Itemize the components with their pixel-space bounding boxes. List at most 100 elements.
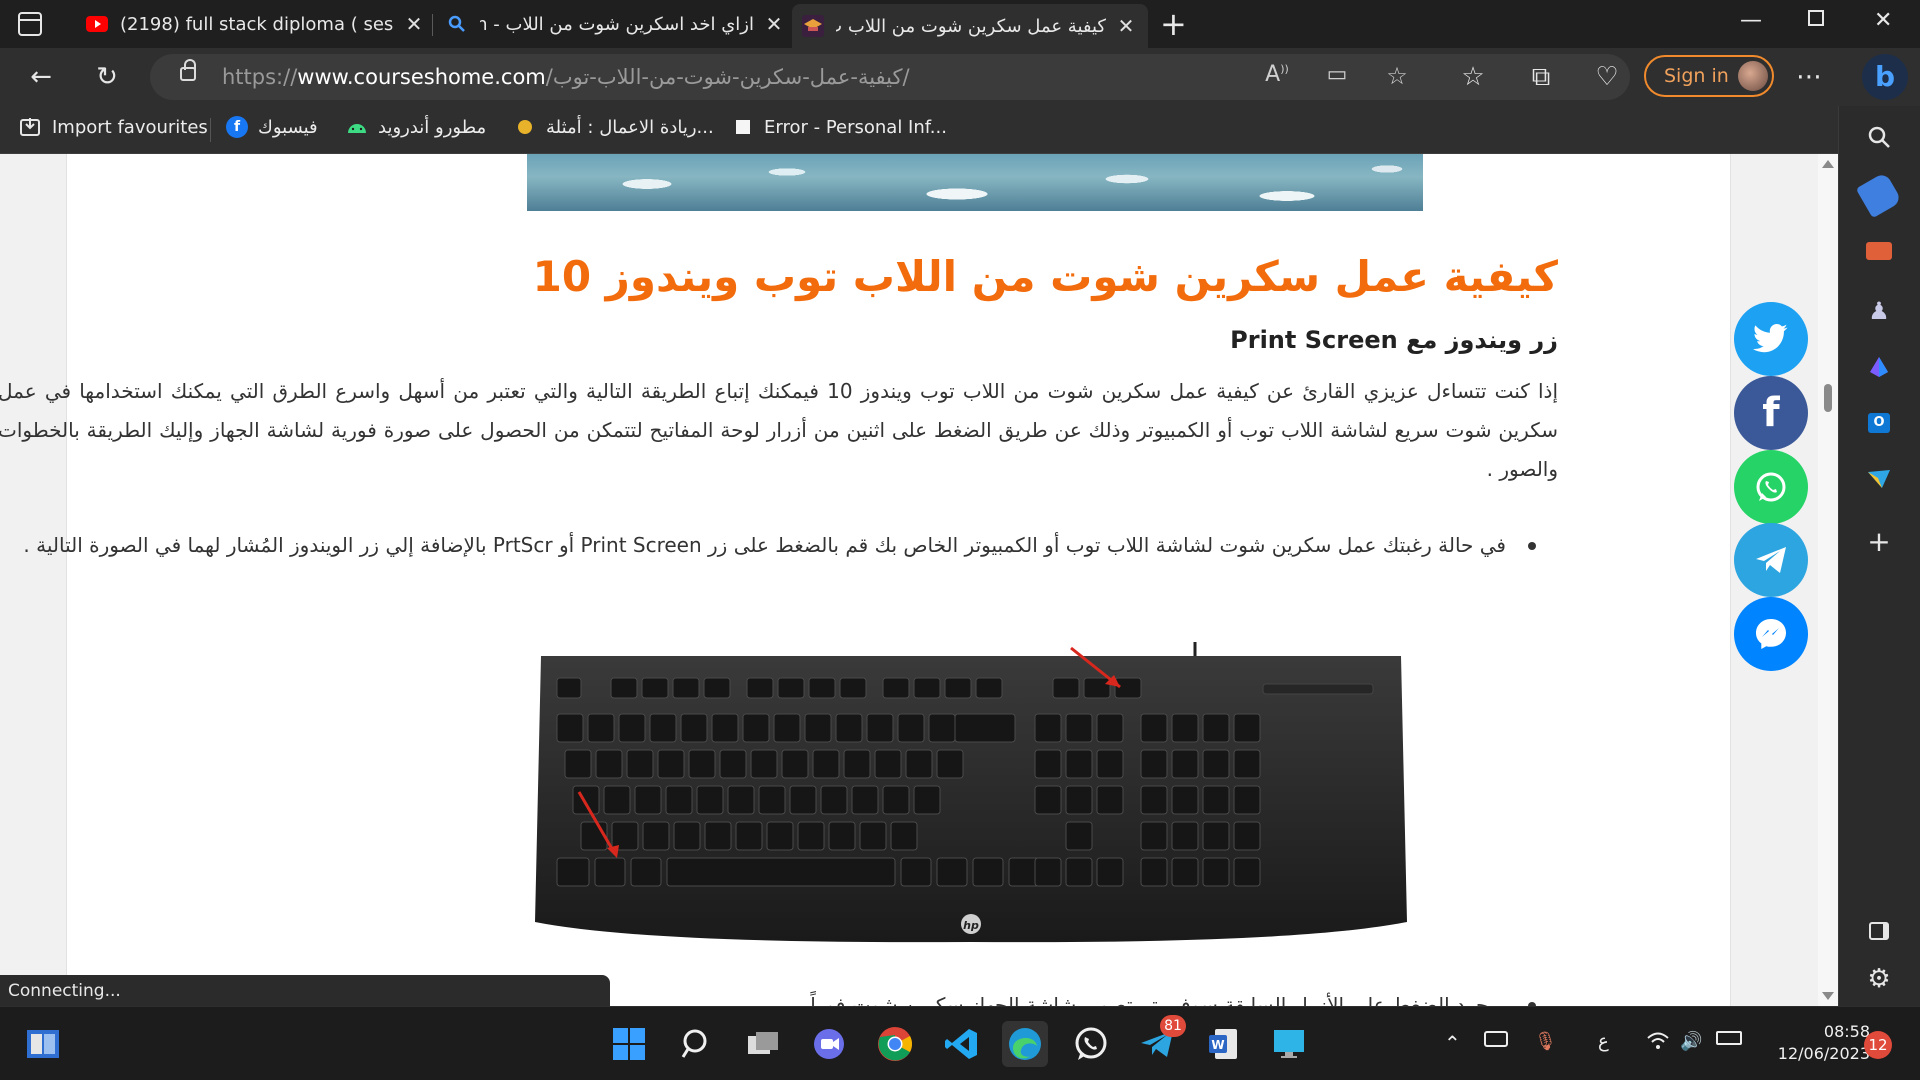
favourite-facebook[interactable]: f فيسبوك (226, 116, 318, 138)
sign-in-label: Sign in (1664, 65, 1729, 87)
add-sidebar-app-icon[interactable]: + (1862, 524, 1896, 558)
new-tab-button[interactable]: + (1160, 6, 1187, 42)
keyboard-key (1096, 857, 1124, 887)
scrollbar-thumb[interactable] (1824, 384, 1832, 412)
tab-title: (2198) full stack diploma ( session (120, 13, 394, 35)
keyboard-key (1202, 857, 1230, 887)
share-whatsapp-button[interactable] (1734, 450, 1808, 524)
bing-copilot-icon[interactable]: b (1862, 54, 1908, 100)
teams-chat-icon[interactable] (806, 1021, 852, 1067)
keyboard-key (1065, 749, 1093, 779)
close-tab-icon[interactable]: ✕ (1114, 14, 1138, 38)
keyboard-key (719, 749, 747, 779)
keyboard-key (572, 785, 600, 815)
show-hidden-icons-chevron-up-icon[interactable]: ⌃ (1444, 1031, 1461, 1055)
windows-taskbar: 81 W ⌃ 🎙 ع 🔊 08:58 12/06/2023 12 (0, 1006, 1920, 1080)
favourite-import[interactable]: Import favourites (20, 116, 208, 138)
vscode-icon[interactable] (938, 1021, 984, 1067)
restore-button[interactable] (1808, 10, 1824, 26)
chrome-icon[interactable] (872, 1021, 918, 1067)
taskbar-clock[interactable]: 08:58 12/06/2023 (1760, 1021, 1870, 1065)
keyboard-key (1171, 821, 1199, 851)
minimize-button[interactable]: — (1740, 8, 1762, 33)
copilot-icon[interactable] (1862, 350, 1896, 384)
page-scrollbar[interactable] (1818, 154, 1838, 1006)
sidebar-settings-gear-icon[interactable]: ⚙ (1862, 962, 1896, 996)
keyboard-key (641, 677, 669, 699)
search-icon[interactable] (1862, 120, 1896, 154)
games-chess-icon[interactable]: ♟ (1862, 294, 1896, 328)
keyboard-key (1096, 749, 1124, 779)
word-icon[interactable]: W (1200, 1021, 1246, 1067)
close-window-button[interactable]: ✕ (1874, 8, 1892, 33)
address-bar[interactable]: https://www.courseshome.com/كيفية-عمل-سك… (150, 54, 1630, 100)
scroll-down-arrow-icon[interactable] (1822, 992, 1834, 1000)
input-language-indicator[interactable]: ع (1598, 1031, 1609, 1052)
search-icon[interactable] (674, 1021, 720, 1067)
windows-start-icon[interactable] (606, 1021, 652, 1067)
telegram-icon[interactable]: 81 (1134, 1015, 1186, 1067)
scroll-up-arrow-icon[interactable] (1822, 160, 1834, 168)
tab-divider (432, 14, 433, 36)
share-facebook-button[interactable]: f (1734, 376, 1808, 450)
web-page: كيفية عمل سكرين شوت من اللاب توب ويندوز … (0, 154, 1838, 1006)
refresh-icon[interactable]: ↻ (90, 60, 124, 94)
keyboard-key (928, 713, 956, 743)
share-telegram-button[interactable] (1734, 523, 1808, 597)
edge-browser-icon[interactable] (1002, 1021, 1048, 1067)
back-arrow-icon[interactable]: ← (24, 60, 58, 94)
keyboard-key (866, 713, 894, 743)
touch-keyboard-icon[interactable] (1484, 1031, 1508, 1047)
tab-title: كيفية عمل سكرين شوت من اللاب ت (836, 15, 1106, 37)
tab-active-article[interactable]: كيفية عمل سكرين شوت من اللاب ت ✕ (792, 4, 1148, 48)
wifi-icon[interactable] (1646, 1031, 1670, 1057)
hide-sidebar-icon[interactable] (1862, 914, 1896, 948)
favourite-label: فيسبوك (258, 116, 318, 138)
tab-actions-icon[interactable] (18, 12, 42, 36)
favorite-star-icon[interactable]: ☆ (1382, 62, 1412, 90)
keyboard-key (587, 713, 615, 743)
immersive-reader-icon[interactable]: ▭ (1322, 62, 1352, 87)
tab-youtube[interactable]: (2198) full stack diploma ( session ✕ (86, 6, 426, 42)
notification-count-badge[interactable]: 12 (1864, 1031, 1892, 1059)
tab-search[interactable]: ازاي اخد اسكرين شوت من اللاب - h ✕ (446, 6, 786, 42)
close-tab-icon[interactable]: ✕ (762, 12, 786, 36)
favorites-list-icon[interactable]: ☆ (1456, 60, 1490, 94)
favourite-android[interactable]: مطورو أندرويد (346, 116, 486, 138)
battery-charging-icon[interactable] (1716, 1031, 1742, 1045)
volume-icon[interactable]: 🔊 (1680, 1031, 1702, 1052)
whatsapp-icon[interactable] (1068, 1021, 1114, 1067)
keyboard-key (742, 713, 770, 743)
sign-in-button[interactable]: Sign in (1644, 55, 1774, 97)
keyboard-key (642, 821, 670, 851)
shopping-tag-icon[interactable] (1855, 171, 1903, 219)
favourite-entrepreneurship[interactable]: ريادة الاعمال : أمثلة... (514, 116, 714, 138)
task-view-icon[interactable] (740, 1021, 786, 1067)
keyboard-key (1065, 785, 1093, 815)
task-view-widget-icon[interactable] (20, 1021, 66, 1067)
url-text[interactable]: https://www.courseshome.com/كيفية-عمل-سك… (222, 65, 910, 89)
keyboard-key (1065, 821, 1093, 851)
favourite-error-page[interactable]: Error - Personal Inf... (732, 116, 947, 138)
remote-desktop-icon[interactable] (1266, 1021, 1312, 1067)
keyboard-key (603, 785, 631, 815)
close-tab-icon[interactable]: ✕ (402, 12, 426, 36)
keyboard-key (556, 677, 582, 699)
collections-icon[interactable]: ⧉ (1524, 60, 1558, 94)
lock-icon[interactable] (180, 59, 196, 81)
send-drop-icon[interactable] (1862, 462, 1896, 496)
more-menu-icon[interactable]: ⋯ (1792, 60, 1826, 94)
read-aloud-icon[interactable]: A)) (1262, 62, 1292, 87)
browser-essentials-icon[interactable]: ♡ (1590, 60, 1624, 94)
microphone-icon[interactable]: 🎙 (1534, 1031, 1557, 1052)
tools-briefcase-icon[interactable] (1862, 234, 1896, 268)
keyboard-key (936, 857, 968, 887)
outlook-icon[interactable]: O (1862, 406, 1896, 440)
tab-strip: (2198) full stack diploma ( session ✕ از… (0, 0, 1920, 48)
share-messenger-button[interactable] (1734, 597, 1808, 671)
keyboard-key (750, 749, 778, 779)
keyboard-key (735, 821, 763, 851)
share-twitter-button[interactable] (1734, 302, 1808, 376)
keyboard-key (556, 713, 584, 743)
keyboard-key (839, 677, 867, 699)
